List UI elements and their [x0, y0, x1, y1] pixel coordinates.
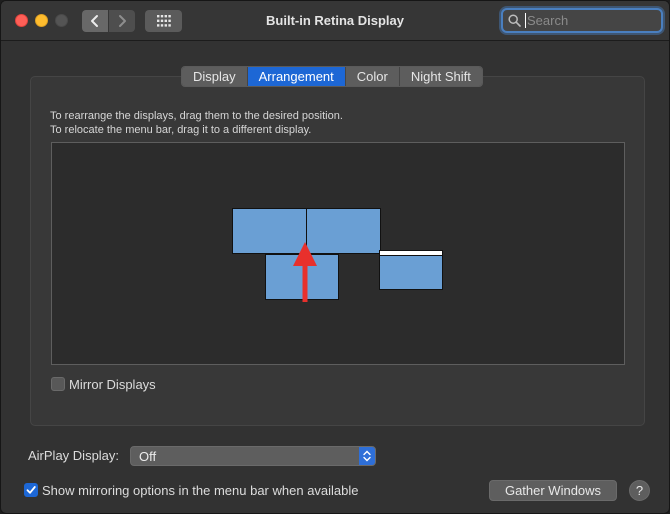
- show-mirroring-options-checkbox[interactable]: [24, 483, 38, 497]
- tab-arrangement[interactable]: Arrangement: [247, 67, 346, 86]
- tab-bar: Display Arrangement Color Night Shift: [181, 66, 483, 87]
- search-icon: [508, 14, 521, 27]
- help-button[interactable]: ?: [629, 480, 650, 501]
- checkmark-icon: [26, 486, 36, 494]
- arrow-up-icon: [293, 242, 317, 302]
- search-input[interactable]: [525, 13, 655, 28]
- tab-color[interactable]: Color: [345, 67, 400, 86]
- search-field[interactable]: [501, 8, 663, 33]
- gather-windows-button[interactable]: Gather Windows: [489, 480, 617, 501]
- menu-bar-handle[interactable]: [380, 251, 442, 256]
- mirror-displays-label: Mirror Displays: [69, 377, 156, 392]
- show-mirroring-options-label: Show mirroring options in the menu bar w…: [42, 483, 359, 498]
- mirror-displays-checkbox[interactable]: [51, 377, 65, 391]
- tab-night-shift[interactable]: Night Shift: [399, 67, 482, 86]
- airplay-display-label: AirPlay Display:: [28, 448, 120, 463]
- instruction-line-2: To relocate the menu bar, drag it to a d…: [50, 124, 312, 136]
- instruction-line-1: To rearrange the displays, drag them to …: [50, 110, 343, 122]
- display-main[interactable]: [379, 250, 443, 290]
- arrangement-instructions: To rearrange the displays, drag them to …: [50, 109, 343, 137]
- select-arrows-icon: [359, 447, 375, 465]
- airplay-display-select[interactable]: Off: [130, 446, 376, 466]
- airplay-display-value: Off: [139, 449, 157, 464]
- display-arrangement-canvas: [51, 142, 625, 365]
- title-bar: Built-in Retina Display: [1, 1, 669, 41]
- tab-display[interactable]: Display: [182, 67, 248, 86]
- preferences-window: Built-in Retina Display Display Arrangem…: [0, 0, 670, 514]
